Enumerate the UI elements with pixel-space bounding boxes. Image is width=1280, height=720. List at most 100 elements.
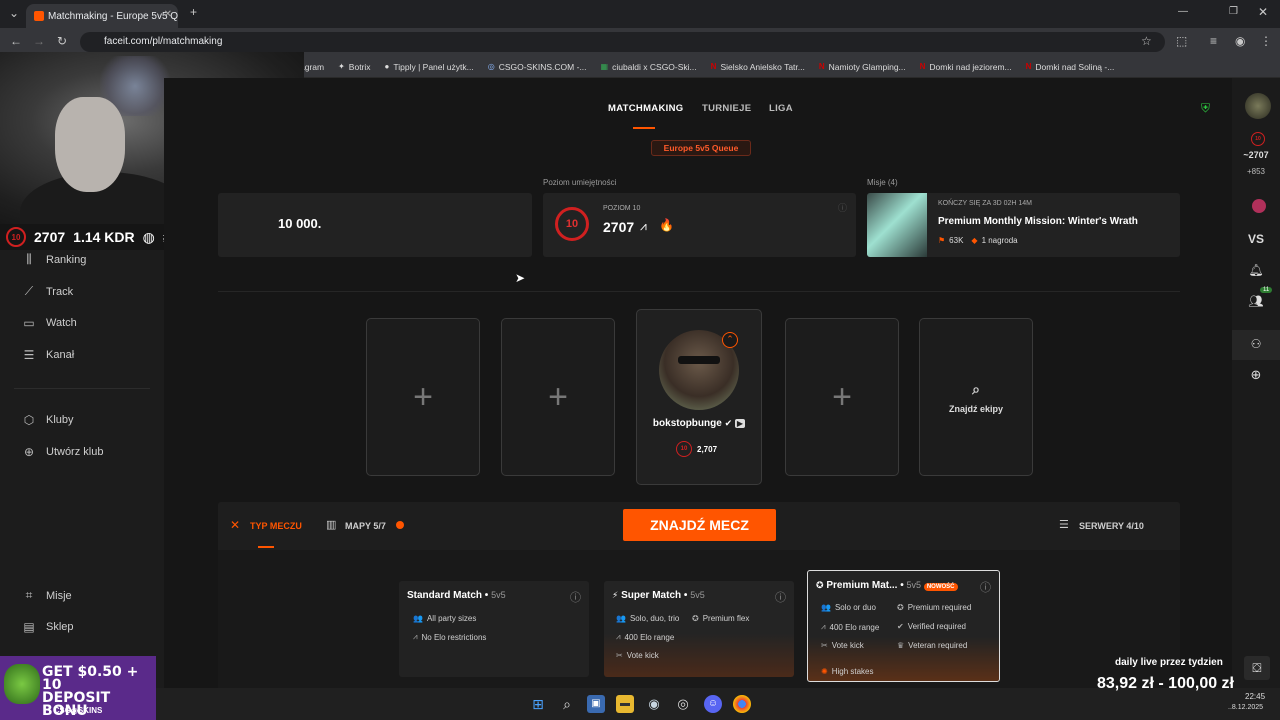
level-badge-icon: 10	[6, 227, 26, 247]
clock-date: ..8.12.2025	[1228, 704, 1264, 711]
extensions-icon[interactable]: ⬚	[1176, 34, 1187, 48]
sidebar-item-channel[interactable]: ☰ Kanał	[22, 348, 75, 362]
vs-button[interactable]: VS	[1232, 232, 1280, 246]
friends-icon[interactable]: 👥︎	[1232, 294, 1280, 308]
missions-label: Misje (4)	[867, 178, 898, 187]
level-badge-icon: 10	[1251, 132, 1265, 146]
find-match-button[interactable]: ZNAJDŹ MECZ	[623, 509, 776, 541]
windows-taskbar	[0, 688, 1280, 720]
tab-league[interactable]: LIGA	[769, 103, 793, 114]
close-tab-icon[interactable]: ✕	[164, 9, 172, 20]
reload-icon[interactable]: ↻	[57, 34, 67, 48]
steam-icon[interactable]: ◉	[645, 695, 663, 713]
bookmark-item[interactable]: N Domki nad Soliną -...	[1026, 62, 1115, 72]
mission-rewards: ⚑ 63K ◆ 1 nagroda	[938, 236, 1018, 245]
info-icon[interactable]: ⓘ	[775, 589, 786, 605]
bookmark-item[interactable]: N Sielsko Anielsko Tatr...	[711, 62, 805, 72]
mode-title: Standard Match • 5v5	[407, 590, 506, 601]
n-icon: N	[710, 62, 717, 71]
mode-super[interactable]: ⚡ Super Match • 5v5 ⓘ 👥 Solo, duo, trio ✪…	[604, 581, 794, 677]
skill-card[interactable]	[543, 193, 856, 257]
windows-start-icon[interactable]: ⊞	[529, 695, 547, 713]
n-icon: N	[1025, 62, 1032, 71]
forward-icon[interactable]: →	[33, 34, 45, 48]
sidebar-item-shop[interactable]: ▤ Sklep	[22, 620, 73, 634]
folder-icon[interactable]: ▬	[616, 695, 634, 713]
sidebar-item-missions[interactable]: ⌗ Misje	[22, 588, 72, 603]
stat-card-left	[218, 193, 532, 257]
premium-icon: ✪	[692, 614, 699, 623]
media-icon[interactable]: ≡	[1210, 34, 1217, 48]
search-icon[interactable]: ⌕	[558, 695, 576, 713]
donation-separator: -	[1158, 675, 1164, 692]
feature-item: 👥 Solo or duo	[821, 603, 876, 612]
obs-icon[interactable]: ◎	[674, 695, 692, 713]
browser-tab[interactable]: Matchmaking - Europe 5v5 Qu... ✕	[26, 4, 178, 28]
close-window-icon[interactable]: ✕	[1258, 5, 1268, 19]
tab-maps[interactable]: MAPY 5/7	[345, 521, 386, 531]
club-icon[interactable]	[1252, 199, 1266, 213]
feature-item: ⩘ 400 Elo range	[616, 632, 675, 642]
info-icon[interactable]: ⓘ	[980, 579, 991, 595]
find-team-card[interactable]: ⌕ Znajdź ekipy	[919, 318, 1033, 476]
shop-rail-icon[interactable]: ⛋	[1244, 656, 1270, 680]
tab-servers[interactable]: SERWERY 4/10	[1079, 521, 1144, 531]
mode-standard[interactable]: Standard Match • 5v5 ⓘ 👥 All party sizes …	[399, 581, 589, 677]
tab-matchmaking[interactable]: MATCHMAKING	[608, 103, 683, 114]
maximize-icon[interactable]: ❐	[1229, 6, 1238, 17]
feature-item: ✂ Vote kick	[616, 651, 659, 660]
url-field[interactable]: faceit.com/pl/matchmaking	[80, 32, 1165, 52]
skill-level-icon: 10	[555, 207, 589, 241]
back-icon[interactable]: ←	[10, 34, 22, 48]
party-icon: 👥	[413, 614, 423, 623]
queue-badge[interactable]: Europe 5v5 Queue	[651, 140, 751, 156]
feature-item: ✂ Vote kick	[821, 641, 864, 650]
menu-dots-icon[interactable]: ⋮	[1260, 34, 1272, 48]
missions-icon: ⌗	[25, 588, 33, 602]
profile-icon[interactable]: ◉	[1235, 34, 1245, 48]
new-tab-icon[interactable]: +	[190, 5, 197, 19]
info-icon[interactable]: ⓘ	[838, 201, 847, 214]
bookmark-item[interactable]: ✦ Botrix	[338, 62, 370, 72]
bookmark-item[interactable]: N Namioty Glamping...	[819, 62, 906, 72]
bookmark-item[interactable]: N Domki nad jeziorem...	[920, 62, 1012, 72]
invite-slot-1[interactable]: +	[366, 318, 480, 476]
store-icon[interactable]: ▣	[587, 695, 605, 713]
discord-icon[interactable]: ☺	[704, 695, 722, 713]
new-badge: NOWOŚĆ	[923, 583, 958, 591]
bookmark-item[interactable]: ● Tipply | Panel użytk...	[385, 62, 474, 72]
match-type-indicator	[258, 546, 274, 548]
elo-icon: ⩘	[413, 632, 418, 641]
invite-slot-2[interactable]: +	[501, 318, 615, 476]
info-icon[interactable]: ⓘ	[570, 589, 581, 605]
feature-item: ✔ Verified required	[897, 622, 966, 631]
kick-icon: ✂	[616, 651, 623, 660]
tab-match-type[interactable]: TYP MECZU	[250, 521, 302, 531]
find-team-label: Znajdź ekipy	[948, 403, 1003, 414]
feature-item: 👥 Solo, duo, trio	[616, 614, 680, 623]
sidebar-item-clubs[interactable]: ⬡ Kluby	[22, 413, 74, 427]
feature-item: ✪ Premium required	[897, 603, 972, 612]
chrome-icon[interactable]	[733, 695, 751, 713]
sidebar-item-create-club[interactable]: ⊕ Utwórz klub	[22, 445, 104, 459]
sidebar-item-ranking[interactable]: ⫼ Ranking	[22, 252, 86, 267]
tab-search-icon[interactable]: ⌄	[9, 6, 19, 20]
invite-slot-3[interactable]: +	[785, 318, 899, 476]
sheets-icon: ▦	[600, 62, 609, 71]
add-icon[interactable]: ⊕	[1232, 367, 1280, 383]
mode-premium[interactable]: ✪ Premium Mat... • 5v5 NOWOŚĆ ⓘ 👥 Solo or…	[807, 570, 1000, 682]
party-icon[interactable]: ⚇	[1232, 337, 1280, 351]
sidebar-item-track[interactable]: ⟋ Track	[22, 284, 73, 299]
tab-tournaments[interactable]: TURNIEJE	[702, 103, 751, 114]
shield-icon[interactable]: ⛨	[1201, 101, 1210, 116]
sidebar-item-watch[interactable]: ▭ Watch	[22, 316, 76, 330]
user-avatar[interactable]	[1245, 93, 1271, 119]
notifications-icon[interactable]: 🔔︎	[1232, 263, 1280, 277]
overlay-kdr: 1.14 KDR	[73, 229, 135, 245]
kick-icon: ✂	[821, 641, 828, 650]
bookmark-item[interactable]: ▦ ciubaldi x CSGO-Ski...	[601, 62, 697, 72]
minimize-icon[interactable]: —	[1178, 6, 1188, 17]
party-leader-icon: ⌃	[722, 332, 738, 348]
bookmark-item[interactable]: ◎ CSGO-SKINS.COM -...	[488, 62, 587, 72]
bookmark-star-icon[interactable]: ☆	[1141, 34, 1152, 48]
